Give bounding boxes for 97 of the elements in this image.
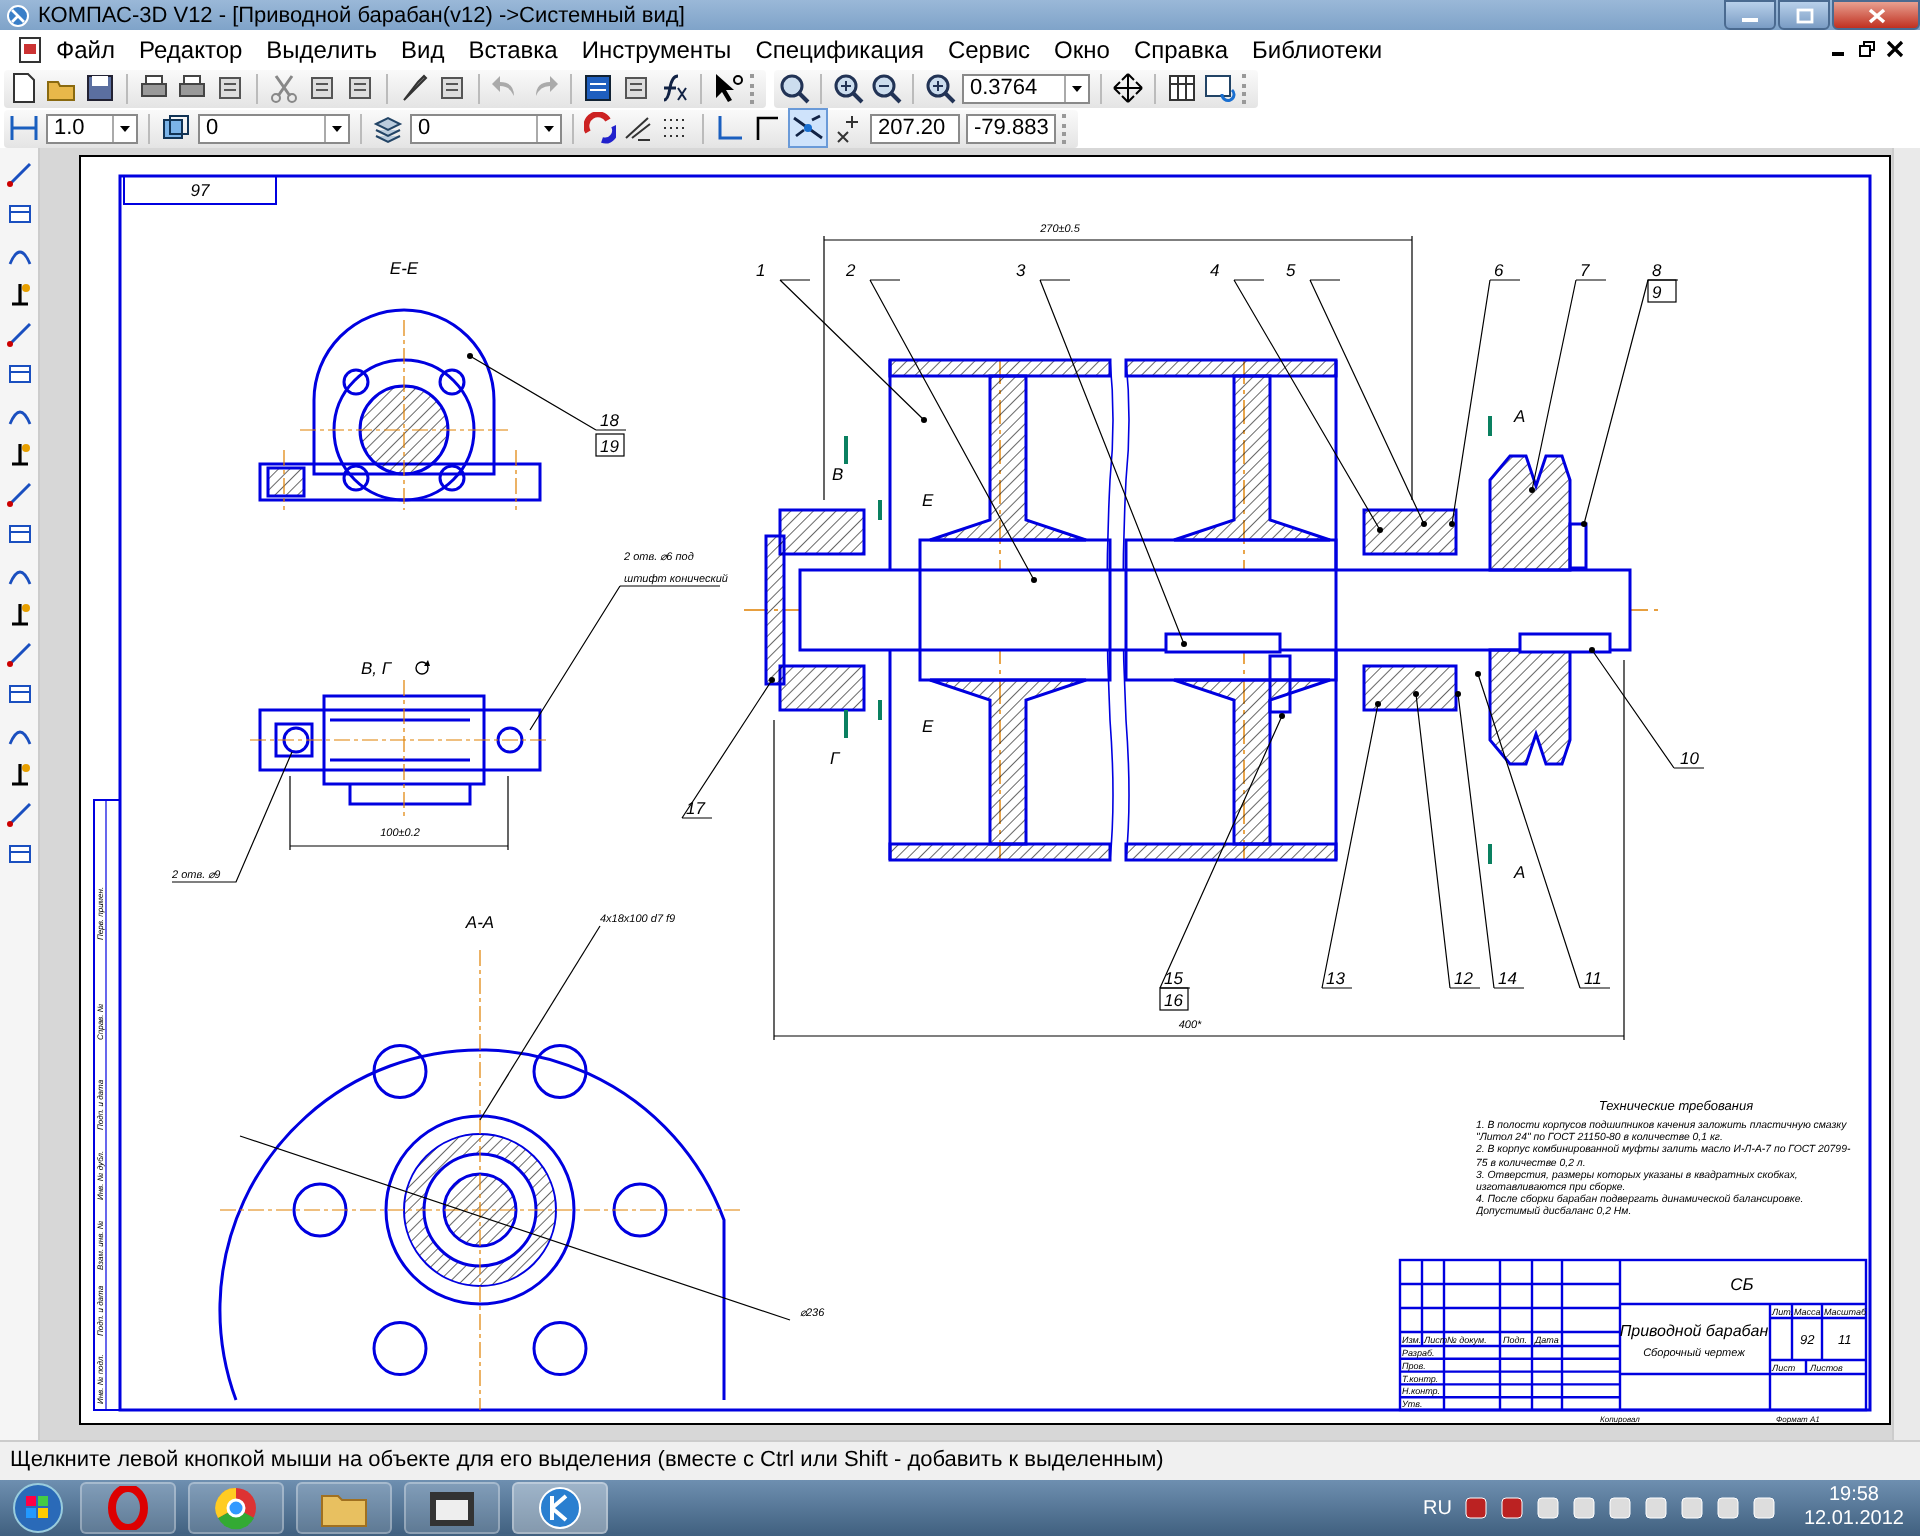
help-pointer-icon[interactable]: [712, 72, 744, 104]
boxed-callout-number: 19: [595, 433, 625, 457]
view-label: В, Г: [360, 658, 392, 678]
pan-arrows-icon[interactable]: [1112, 72, 1144, 104]
section-letter: А: [1514, 406, 1526, 426]
boxed-callout-number: 16: [1159, 987, 1189, 1011]
close-button[interactable]: [1832, 0, 1920, 30]
callout-number: 7: [1580, 260, 1590, 280]
maximize-button[interactable]: [1778, 0, 1830, 30]
rotation-icon: [415, 660, 430, 675]
close-icon: [1867, 7, 1885, 23]
restore-icon[interactable]: [1858, 40, 1876, 58]
menu-item[interactable]: Вид: [389, 31, 457, 67]
callout-number: 8: [1652, 260, 1662, 280]
kompas-icon[interactable]: [512, 1482, 608, 1534]
start-button[interactable]: [8, 1480, 68, 1536]
document-code: СБ: [1730, 1274, 1754, 1294]
panel-icon[interactable]: [582, 72, 614, 104]
leader-line: [171, 751, 293, 883]
callout-number: 1: [756, 260, 766, 280]
callout-number: 15: [1164, 968, 1183, 988]
menu-item[interactable]: Редактор: [127, 31, 255, 67]
zoom-window-icon[interactable]: [778, 72, 810, 104]
layers-icon[interactable]: [160, 112, 192, 144]
magnifier-icon[interactable]: [924, 72, 956, 104]
callout-number: 2: [846, 260, 856, 280]
dropdown-arrow-icon[interactable]: [536, 115, 560, 141]
callout-number: 10: [1680, 748, 1699, 768]
language-indicator[interactable]: RU: [1422, 1497, 1452, 1519]
function-icon[interactable]: [658, 72, 690, 104]
refresh-window-icon[interactable]: [1204, 72, 1236, 104]
zoom-out-icon[interactable]: [870, 72, 902, 104]
chrome-browser-icon[interactable]: [188, 1482, 284, 1534]
stacked-sheets-icon[interactable]: [372, 112, 404, 144]
dropdown-arrow-icon[interactable]: [324, 115, 348, 141]
step-icon[interactable]: [8, 112, 40, 144]
grid-table-icon[interactable]: [1166, 72, 1198, 104]
snap-toggle-icon[interactable]: [790, 110, 826, 146]
menu-item[interactable]: Сервис: [935, 31, 1043, 67]
menu-item[interactable]: Окно: [1042, 31, 1122, 67]
menu-item[interactable]: Спецификация: [743, 31, 936, 67]
folder-icon[interactable]: [296, 1482, 392, 1534]
menu-item[interactable]: Файл: [44, 31, 128, 67]
angle-icon[interactable]: [622, 112, 654, 144]
callout-number: 3: [1016, 260, 1026, 280]
dropdown-arrow-icon[interactable]: [112, 115, 136, 141]
menu-item[interactable]: Библиотеки: [1240, 31, 1395, 67]
callout-number: 14: [1498, 968, 1517, 988]
clock-time[interactable]: 19:58: [1828, 1484, 1879, 1508]
callout-number: 11: [1584, 968, 1602, 988]
scissors-icon[interactable]: [268, 72, 300, 104]
list-icon[interactable]: [436, 72, 468, 104]
media-player-icon[interactable]: [404, 1482, 500, 1534]
callout-number: 4: [1210, 260, 1220, 280]
point-icon[interactable]: [5, 160, 33, 188]
menu-item[interactable]: Инструменты: [569, 31, 744, 67]
menu-item[interactable]: Справка: [1121, 31, 1241, 67]
menu-item[interactable]: Вставка: [456, 31, 570, 67]
minimize-button[interactable]: [1724, 0, 1776, 30]
menu-item[interactable]: Выделить: [254, 31, 390, 67]
section-letter: Е: [922, 490, 934, 510]
stamp-number: 97: [190, 180, 210, 200]
ortho-icon[interactable]: [752, 112, 784, 144]
section-letter: А: [1514, 862, 1526, 882]
view-label: А-А: [465, 912, 495, 932]
opera-browser-icon[interactable]: [80, 1482, 176, 1534]
clock-date[interactable]: 12.01.2012: [1803, 1508, 1904, 1532]
document-icon[interactable]: [16, 35, 44, 63]
axes-icon[interactable]: [714, 112, 746, 144]
callout-number: 6: [1494, 260, 1504, 280]
new-document-icon[interactable]: [8, 72, 40, 104]
callout-number: 12: [1454, 968, 1473, 988]
maximize-icon: [1795, 7, 1813, 23]
section-letter: Е: [922, 716, 934, 736]
section-letter: В: [832, 464, 844, 484]
view-label: Е-Е: [389, 258, 419, 278]
brush-icon[interactable]: [398, 72, 430, 104]
zoom-in-icon[interactable]: [832, 72, 864, 104]
close-icon[interactable]: [1886, 40, 1904, 58]
dropdown-arrow-icon[interactable]: [1064, 75, 1088, 101]
callout-number: 13: [1326, 968, 1345, 988]
style-field[interactable]: 0: [198, 113, 350, 143]
callout-number: 17: [686, 798, 705, 818]
x-coordinate-field[interactable]: 207.20: [870, 113, 960, 143]
save-icon[interactable]: [84, 72, 116, 104]
section-letter: Г: [830, 748, 840, 768]
window-title: КОМПАС-3D V12 - [Приводной барабан(v12) ->Системный вид]: [38, 3, 685, 27]
y-coordinate-field[interactable]: -79.883: [966, 113, 1056, 143]
step-field[interactable]: 1.0: [46, 113, 138, 143]
zoom-field[interactable]: 0.3764: [962, 73, 1090, 103]
coordinates-icon: [832, 112, 864, 144]
vertical-scrollbar[interactable]: [1892, 148, 1920, 1440]
boxed-callout-number: 9: [1647, 279, 1677, 303]
callout-number: 5: [1286, 260, 1296, 280]
magnet-icon[interactable]: [584, 112, 616, 144]
callout-number: 18: [600, 410, 619, 430]
layer-field[interactable]: 0: [410, 113, 562, 143]
